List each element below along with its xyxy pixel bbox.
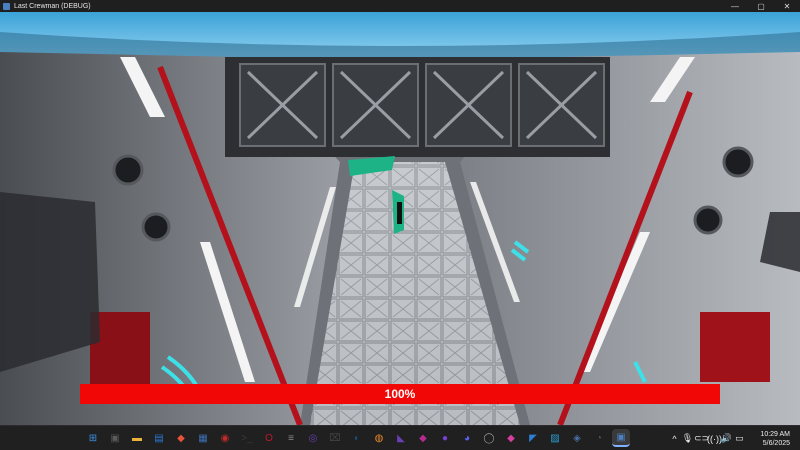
calculator-icon[interactable]: ▦: [194, 429, 212, 447]
app-purple-icon-glyph: ●: [441, 432, 449, 444]
window-title-bar[interactable]: Last Crewman (DEBUG) — ▢ ✕: [0, 0, 800, 12]
visual-studio-icon-glyph: ◣: [397, 432, 405, 444]
app-pink-icon[interactable]: ◆: [414, 429, 432, 447]
close-button[interactable]: ✕: [774, 0, 800, 12]
photos-icon[interactable]: ▨: [546, 429, 564, 447]
app-clock-icon-glyph: ◔: [595, 432, 603, 444]
last-crewman-icon-glyph: ▣: [616, 431, 626, 443]
opera-icon[interactable]: O: [260, 429, 278, 447]
health-bar-label: 100%: [384, 387, 416, 401]
app-purple-icon[interactable]: ●: [436, 429, 454, 447]
app-flame-icon-glyph: ◆: [507, 432, 515, 444]
system-tray: ^ 🎙 ⊂⊃ ((·)) 🔊 ▭ 10:29 AM 5/6/2025: [668, 426, 800, 450]
visual-studio-icon[interactable]: ◣: [392, 429, 410, 447]
opera-icon-glyph: O: [265, 432, 273, 444]
battery-icon[interactable]: ▭: [733, 433, 746, 444]
vscode-icon-glyph: ◤: [529, 432, 537, 444]
calculator-icon-glyph: ▦: [198, 432, 208, 444]
photos-icon-glyph: ▨: [550, 432, 560, 444]
terminal-icon-glyph: >_: [241, 432, 253, 444]
windows-start-icon-glyph: ⊞: [88, 432, 98, 444]
file-explorer-icon[interactable]: ▬: [128, 429, 146, 447]
clock[interactable]: 10:29 AM 5/6/2025: [746, 430, 790, 448]
obs-icon-glyph: ◎: [308, 432, 318, 444]
microphone-icon[interactable]: 🎙: [681, 433, 694, 444]
taskbar-apps: ⊞ ▣ ▬ ▤ ◆ ▦ ◉ >_ O ≡ ◎ ⌧ ◐ ◍ ◣ ◆ ● ◕ ◯ ◆ ◤ ▨ ◈ ◔ ▣: [84, 429, 630, 447]
blender-icon-glyph: ◍: [374, 432, 384, 444]
maximize-button[interactable]: ▢: [748, 0, 774, 12]
app-red-icon[interactable]: ◉: [216, 429, 234, 447]
app-pink-icon-glyph: ◆: [419, 432, 427, 444]
window-title: Last Crewman (DEBUG): [14, 2, 91, 10]
app-icon: [3, 2, 10, 10]
desktop-screen: Last Crewman (DEBUG) — ▢ ✕ 100% ⊞ ▣ ▬ ▤ …: [0, 0, 800, 450]
notepad-icon-glyph: ≡: [288, 432, 294, 444]
terminal-icon[interactable]: >_: [238, 429, 256, 447]
app-grey-icon[interactable]: ◯: [480, 429, 498, 447]
vscode-icon[interactable]: ◤: [524, 429, 542, 447]
obs-icon[interactable]: ◎: [304, 429, 322, 447]
notes-icon[interactable]: ▤: [150, 429, 168, 447]
tray-chevron-icon[interactable]: ^: [668, 434, 681, 444]
tray-app-icon[interactable]: ⊂⊃: [694, 433, 709, 444]
blender-icon[interactable]: ◍: [370, 429, 388, 447]
discord-icon-glyph: ◕: [463, 432, 471, 444]
game-viewport[interactable]: 100%: [0, 12, 800, 425]
task-view-icon-glyph: ▣: [110, 432, 120, 444]
app-robot-icon-glyph: ◈: [573, 432, 581, 444]
task-view-icon[interactable]: ▣: [106, 429, 124, 447]
volume-icon[interactable]: 🔊: [720, 433, 733, 444]
app-clock-icon[interactable]: ◔: [590, 429, 608, 447]
app-robot-icon[interactable]: ◈: [568, 429, 586, 447]
taskbar: ⊞ ▣ ▬ ▤ ◆ ▦ ◉ >_ O ≡ ◎ ⌧ ◐ ◍ ◣ ◆ ● ◕ ◯ ◆ ◤ ▨ ◈ ◔ ▣ ^ 🎙 ⊂⊃ ((·)) …: [0, 425, 800, 450]
minimize-button[interactable]: —: [722, 0, 748, 12]
wifi-icon[interactable]: ((·)): [707, 434, 722, 444]
windows-start-icon[interactable]: ⊞: [84, 429, 102, 447]
steam-icon[interactable]: ◐: [348, 429, 366, 447]
steam-icon-glyph: ◐: [353, 432, 361, 444]
app-red-icon-glyph: ◉: [220, 432, 230, 444]
health-bar: 100%: [80, 384, 720, 404]
app-grey-icon-glyph: ◯: [483, 432, 495, 444]
corridor-scene: [0, 12, 800, 425]
capcut-icon[interactable]: ⌧: [326, 429, 344, 447]
last-crewman-icon[interactable]: ▣: [612, 429, 630, 447]
clock-time: 10:29 AM: [760, 430, 790, 438]
notepad-icon[interactable]: ≡: [282, 429, 300, 447]
app-flame-icon[interactable]: ◆: [502, 429, 520, 447]
clock-date: 5/6/2025: [762, 439, 790, 447]
notes-icon-glyph: ▤: [154, 432, 164, 444]
file-explorer-icon-glyph: ▬: [132, 432, 142, 444]
capcut-icon-glyph: ⌧: [329, 432, 341, 444]
discord-icon[interactable]: ◕: [458, 429, 476, 447]
brave-browser-icon[interactable]: ◆: [172, 429, 190, 447]
brave-browser-icon-glyph: ◆: [177, 432, 185, 444]
